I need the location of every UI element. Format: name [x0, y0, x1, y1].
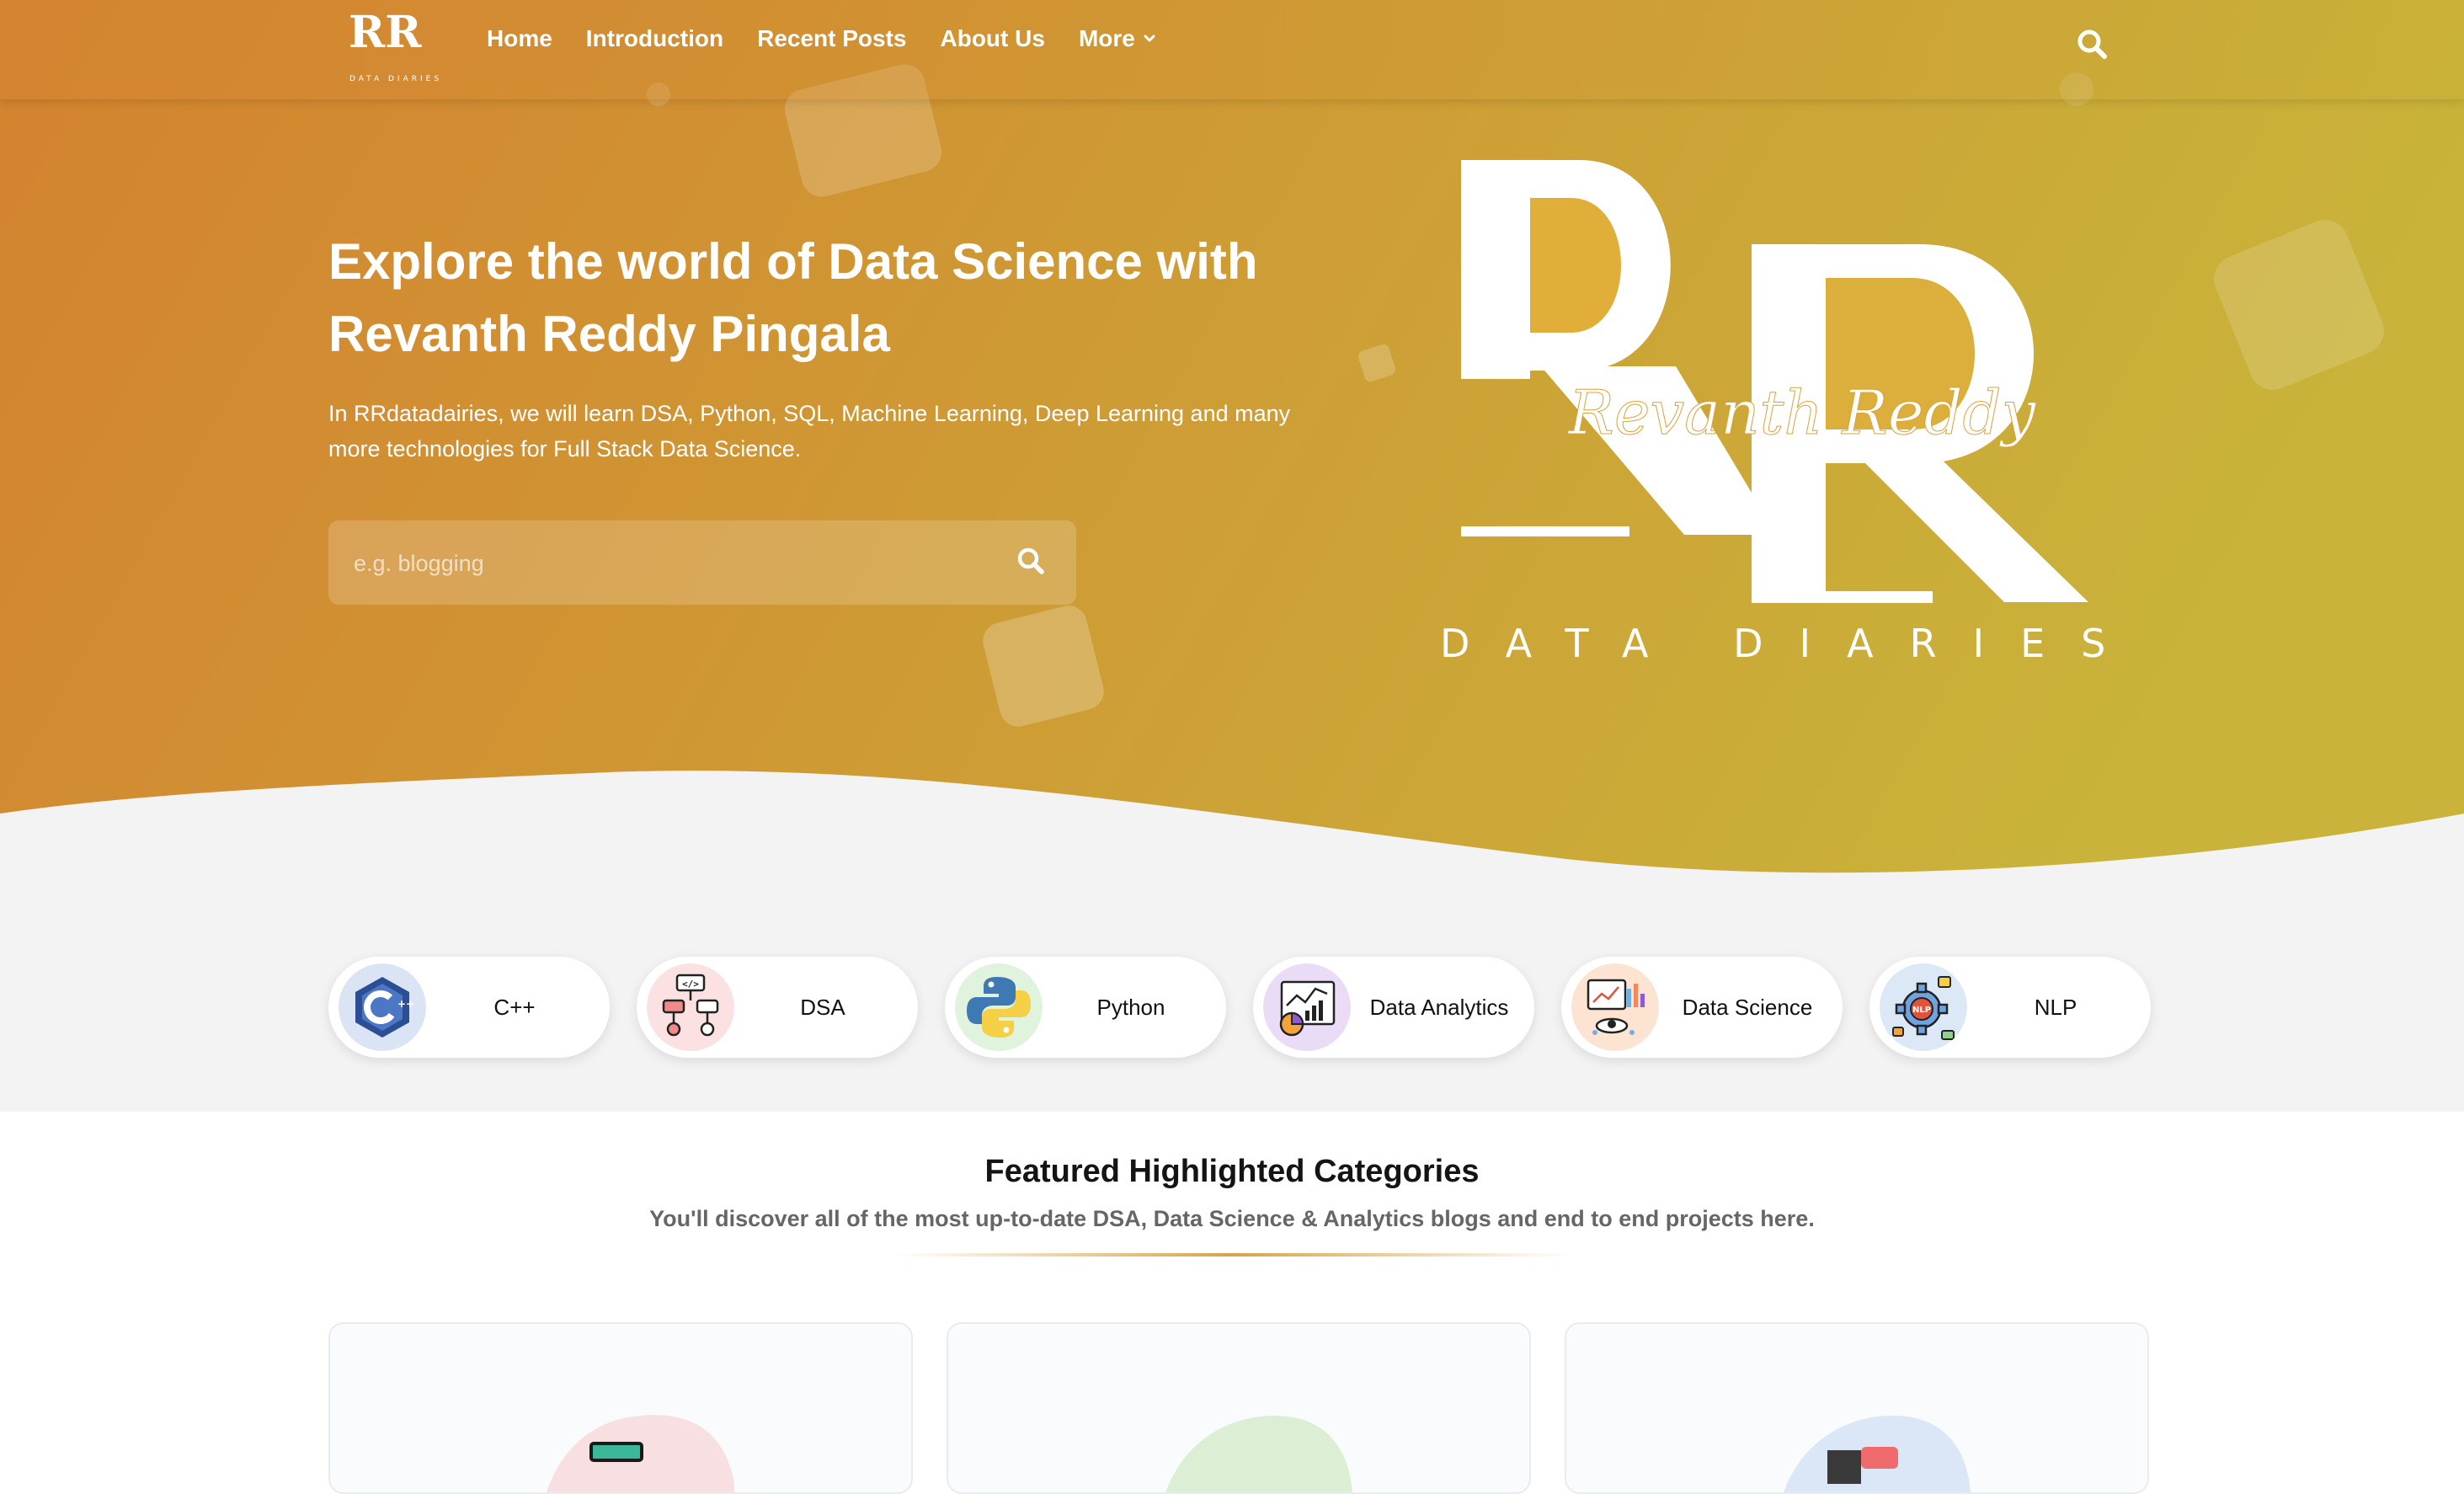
- nav-introduction[interactable]: Introduction: [586, 25, 723, 52]
- top-navbar: RR DATA DIARIES Home Introduction Recent…: [0, 0, 2464, 99]
- category-label: DSA: [800, 994, 845, 1020]
- svg-text:NLP: NLP: [1912, 1006, 1931, 1015]
- site-logo[interactable]: RR DATA DIARIES: [345, 5, 446, 81]
- hero-title-line-2: Revanth Reddy Pingala: [328, 306, 890, 362]
- hero-search-box: [328, 520, 1076, 605]
- hero-title-line-1: Explore the world of Data Science with: [328, 233, 1258, 290]
- nav-home-label: Home: [487, 25, 552, 51]
- cpp-icon: ++: [339, 963, 426, 1051]
- nav-recent-posts-label: Recent Posts: [757, 25, 907, 51]
- logo-tagline: DATA DIARIES: [349, 75, 442, 81]
- nav-recent-posts[interactable]: Recent Posts: [757, 25, 906, 52]
- nlp-gear-icon: NLP: [1880, 963, 1967, 1051]
- category-data-science[interactable]: Data Science: [1561, 957, 1843, 1058]
- hero-search-input[interactable]: [352, 542, 995, 584]
- nav-introduction-label: Introduction: [585, 25, 724, 51]
- featured-card-image: [547, 1415, 734, 1492]
- featured-card[interactable]: [947, 1322, 1531, 1494]
- analytics-chart-icon: [1263, 963, 1351, 1051]
- category-label: C++: [493, 994, 536, 1020]
- featured-title: Featured Highlighted Categories: [984, 1154, 1480, 1189]
- data-science-icon: [1571, 963, 1659, 1051]
- hero-section: RR DATA DIARIES Home Introduction Recent…: [0, 0, 2464, 1112]
- category-cpp[interactable]: ++ C++: [328, 957, 610, 1058]
- category-nlp[interactable]: NLP NLP: [1869, 957, 2151, 1058]
- hero-logo-script: Revanth Reddy: [1567, 377, 2037, 448]
- hero-subtitle-line-2: more technologies for Full Stack Data Sc…: [328, 436, 802, 462]
- search-icon[interactable]: [2073, 25, 2110, 62]
- chevron-down-icon: [1144, 35, 1155, 42]
- hero-logo-tagline: DATA DIARIES: [1440, 621, 2141, 666]
- hero-logo: Revanth Reddy DATA DIARIES: [1440, 160, 2141, 666]
- hero-title: Explore the world of Data Science with R…: [328, 226, 1389, 371]
- category-label: NLP: [2034, 994, 2077, 1020]
- category-label: Data Analytics: [1369, 994, 1509, 1020]
- featured-subtitle: You'll discover all of the most up-to-da…: [649, 1206, 1815, 1231]
- main-nav: Home Introduction Recent Posts About Us …: [487, 25, 1157, 52]
- category-pills: ++ C++ </> DSA Python Data Analytics Dat…: [328, 957, 2151, 1058]
- svg-text:++: ++: [397, 998, 414, 1010]
- featured-card-image: [1784, 1415, 1971, 1492]
- category-python[interactable]: Python: [945, 957, 1226, 1058]
- category-data-analytics[interactable]: Data Analytics: [1253, 957, 1534, 1058]
- nav-about-us[interactable]: About Us: [941, 25, 1045, 52]
- category-dsa[interactable]: </> DSA: [637, 957, 918, 1058]
- hero-subtitle: In RRdatadairies, we will learn DSA, Pyt…: [328, 396, 1373, 467]
- flowchart-icon: </>: [647, 963, 734, 1051]
- featured-card-image: [1165, 1415, 1352, 1492]
- hero-subtitle-line-1: In RRdatadairies, we will learn DSA, Pyt…: [328, 401, 1291, 426]
- nav-more-label: More: [1078, 25, 1135, 51]
- category-label: Python: [1096, 994, 1165, 1020]
- featured-divider: [895, 1253, 1569, 1257]
- featured-card[interactable]: [1565, 1322, 2149, 1494]
- logo-monogram: RR: [349, 7, 422, 58]
- featured-section: Featured Highlighted Categories You'll d…: [0, 1112, 2464, 1494]
- hero-search-icon[interactable]: [1012, 542, 1049, 579]
- nav-about-us-label: About Us: [940, 25, 1045, 51]
- python-icon: [955, 963, 1043, 1051]
- category-label: Data Science: [1682, 994, 1813, 1020]
- nav-home[interactable]: Home: [487, 25, 552, 52]
- featured-card[interactable]: [328, 1322, 913, 1494]
- nav-more-dropdown[interactable]: More: [1079, 25, 1157, 52]
- svg-text:</>: </>: [682, 979, 699, 990]
